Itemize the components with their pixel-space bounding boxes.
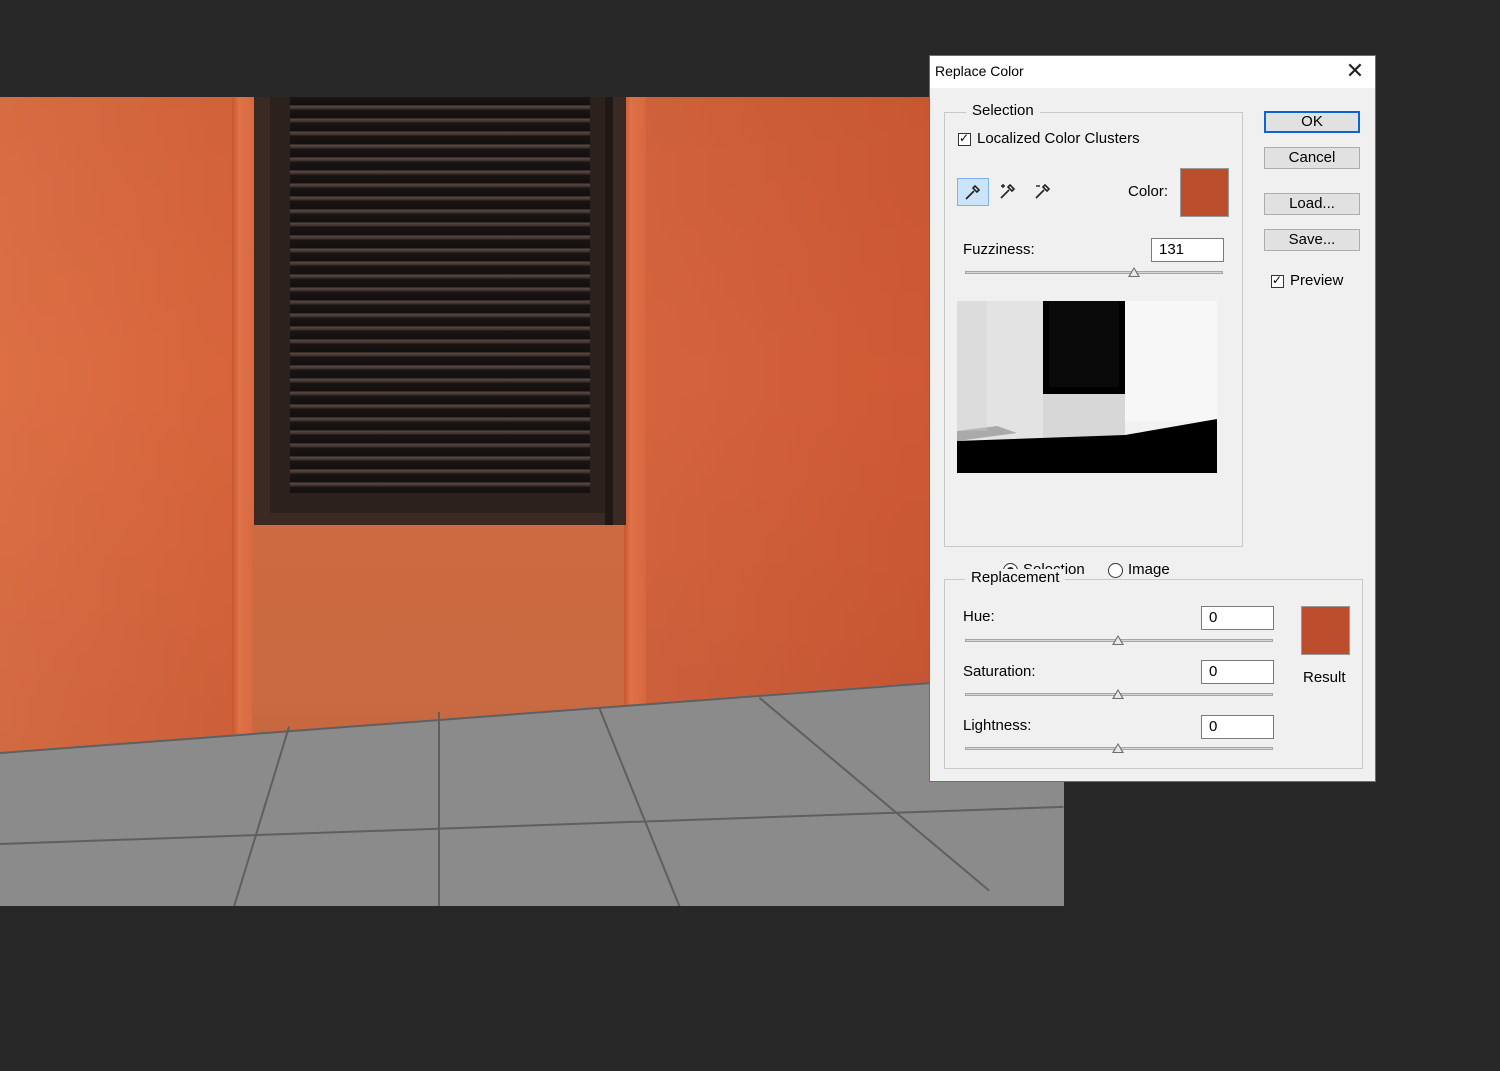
result-label: Result xyxy=(1303,669,1346,686)
saturation-slider-thumb[interactable] xyxy=(1112,689,1124,699)
wall-pilaster-right xyxy=(624,97,646,737)
eyedropper-icon[interactable] xyxy=(957,178,989,206)
dialog-titlebar[interactable]: Replace Color ✕ xyxy=(930,56,1375,88)
replace-color-dialog: Replace Color ✕ Selection Localized Colo… xyxy=(929,55,1376,782)
preview-checkbox[interactable] xyxy=(1271,275,1284,288)
result-color-swatch[interactable] xyxy=(1301,606,1350,655)
eyedropper-plus-icon[interactable] xyxy=(992,178,1024,206)
fuzziness-label: Fuzziness: xyxy=(963,241,1035,258)
fuzziness-input[interactable]: 131 xyxy=(1151,238,1224,262)
preview-label: Preview xyxy=(1290,272,1343,289)
selection-group: Selection Localized Color Clusters Color… xyxy=(944,112,1243,547)
door-gap xyxy=(605,97,613,525)
door-louver xyxy=(290,97,590,493)
close-icon[interactable]: ✕ xyxy=(1341,58,1369,86)
canvas-image xyxy=(0,97,1064,906)
pavement-joint xyxy=(438,712,440,906)
saturation-input[interactable]: 0 xyxy=(1201,660,1274,684)
localized-clusters-label: Localized Color Clusters xyxy=(977,130,1140,147)
selection-legend: Selection xyxy=(966,102,1040,119)
ok-button[interactable]: OK xyxy=(1264,111,1360,133)
load-button[interactable]: Load... xyxy=(1264,193,1360,215)
replacement-group: Replacement Hue: 0 Saturation: 0 Lightne… xyxy=(944,579,1363,769)
selection-color-swatch[interactable] xyxy=(1180,168,1229,217)
eyedropper-minus-icon[interactable] xyxy=(1027,178,1059,206)
fuzziness-slider-thumb[interactable] xyxy=(1128,267,1140,277)
save-button[interactable]: Save... xyxy=(1264,229,1360,251)
image-view-radio[interactable] xyxy=(1108,563,1123,578)
dialog-title: Replace Color xyxy=(935,63,1024,79)
hue-input[interactable]: 0 xyxy=(1201,606,1274,630)
lightness-input[interactable]: 0 xyxy=(1201,715,1274,739)
color-label: Color: xyxy=(1128,183,1168,200)
saturation-label: Saturation: xyxy=(963,663,1036,680)
fuzziness-slider-track[interactable] xyxy=(965,271,1223,274)
lightness-label: Lightness: xyxy=(963,717,1031,734)
lightness-slider-thumb[interactable] xyxy=(1112,743,1124,753)
replacement-legend: Replacement xyxy=(965,569,1065,586)
hue-slider-thumb[interactable] xyxy=(1112,635,1124,645)
hue-label: Hue: xyxy=(963,608,995,625)
image-view-label: Image xyxy=(1128,561,1170,578)
cancel-button[interactable]: Cancel xyxy=(1264,147,1360,169)
selection-mask-preview xyxy=(957,301,1217,473)
localized-clusters-checkbox[interactable] xyxy=(958,133,971,146)
